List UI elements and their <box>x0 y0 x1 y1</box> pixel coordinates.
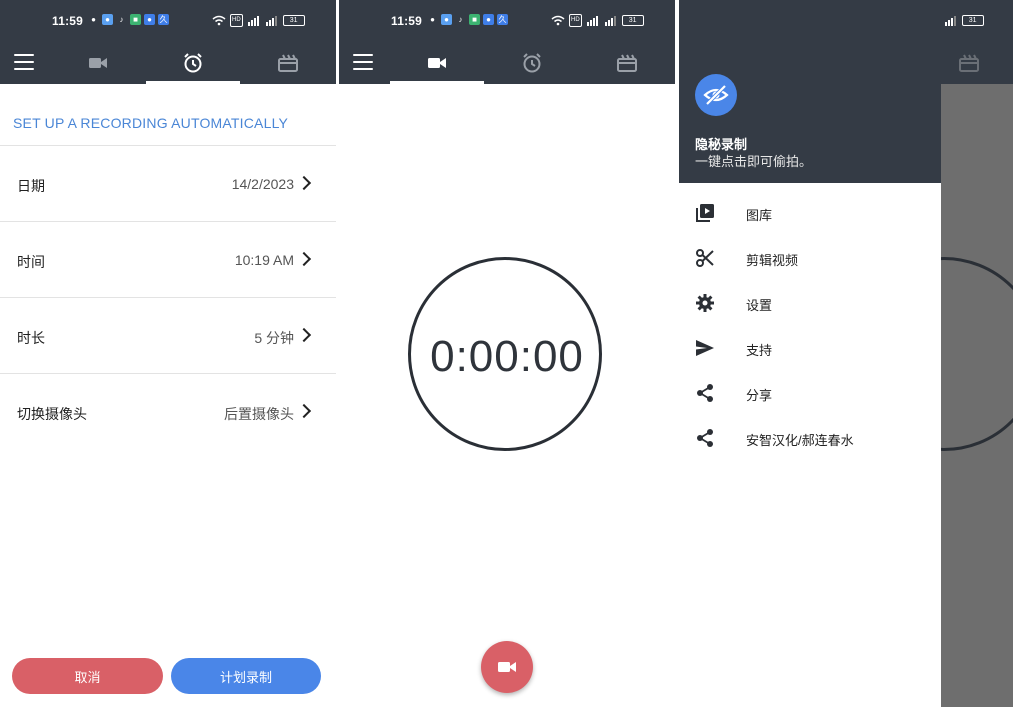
drawer-item-label: 支持 <box>746 343 773 358</box>
chevron-right-icon <box>296 327 312 343</box>
drawer-screen: 11:59 ● ● ♪ ■ ● 久 HD 31 隐秘录制 一键点击即可偷拍。 <box>679 0 1013 707</box>
recorder-screen: 11:59 ● ● ♪ ■ ● 久 HD 31 0:00:00 <box>339 0 675 707</box>
chevron-right-icon <box>296 175 312 191</box>
drawer-item-gallery[interactable]: 图库 <box>679 193 941 233</box>
drawer-item-credits[interactable]: 安智汉化/郝连春水 <box>679 418 941 458</box>
battery-icon: 31 <box>961 15 984 26</box>
page-title: SET UP A RECORDING AUTOMATICALLY <box>13 115 289 131</box>
drawer-item-share[interactable]: 分享 <box>679 373 941 413</box>
row-value: 10:19 AM <box>234 252 294 268</box>
app-icon: ■ <box>469 14 480 25</box>
setting-row-camera[interactable]: 切换摄像头 后置摄像头 <box>0 374 336 449</box>
wifi-icon <box>551 15 565 26</box>
notification-icons: ● ● ♪ ■ ● 久 <box>427 14 508 25</box>
status-time: 11:59 <box>391 14 423 28</box>
schedule-screen: 11:59 ● ● ♪ ■ ● 久 HD 31 SET UP A RECORDI… <box>0 0 336 707</box>
drawer-item-settings[interactable]: 设置 <box>679 283 941 323</box>
app-icon: 久 <box>497 14 508 25</box>
row-label: 切换摄像头 <box>17 406 87 422</box>
signal-icon <box>944 16 956 26</box>
app-icon: ● <box>483 14 494 25</box>
status-bar: 11:59 ● ● ♪ ■ ● 久 HD 31 <box>339 0 675 42</box>
videocam-icon <box>89 58 107 68</box>
status-time: 11:59 <box>52 14 84 28</box>
tab-gallery[interactable] <box>580 42 674 84</box>
share-icon <box>695 383 715 403</box>
gear-icon <box>695 293 715 313</box>
signal-icon <box>265 16 277 26</box>
row-label: 日期 <box>17 178 45 194</box>
drawer-item-label: 安智汉化/郝连春水 <box>746 433 854 448</box>
avatar <box>695 74 737 116</box>
gallery-icon <box>695 203 715 223</box>
hd-icon: HD <box>569 14 582 27</box>
setting-row-duration[interactable]: 时长 5 分钟 <box>0 298 336 373</box>
eye-off-icon <box>703 84 729 106</box>
row-value: 5 分钟 <box>254 330 294 346</box>
tab-alarm[interactable] <box>485 42 579 84</box>
timer-display: 0:00:00 <box>430 332 584 381</box>
tab-camera[interactable] <box>51 42 145 84</box>
send-icon <box>695 338 715 358</box>
toolbar <box>339 42 675 84</box>
menu-icon[interactable] <box>353 54 373 72</box>
status-bar: 11:59 ● ● ♪ ■ ● 久 HD 31 <box>0 0 336 42</box>
wechat-icon: ● <box>427 14 438 25</box>
drawer-item-support[interactable]: 支持 <box>679 328 941 368</box>
system-icons: HD 31 <box>551 14 644 27</box>
film-icon <box>617 54 637 72</box>
tab-camera[interactable] <box>390 42 484 84</box>
schedule-record-button[interactable]: 计划录制 <box>171 658 321 694</box>
drawer-item-label: 剪辑视频 <box>746 253 799 268</box>
battery-icon: 31 <box>282 15 305 26</box>
scissors-icon <box>695 248 715 268</box>
videocam-icon <box>498 662 516 672</box>
system-icons: HD 31 <box>212 14 305 27</box>
drawer-item-label: 分享 <box>746 388 773 403</box>
qq-icon: ● <box>102 14 113 25</box>
app-icon: 久 <box>158 14 169 25</box>
drawer-item-edit-video[interactable]: 剪辑视频 <box>679 238 941 278</box>
signal-icon <box>247 16 259 26</box>
wechat-icon: ● <box>88 14 99 25</box>
drawer-item-label: 设置 <box>746 298 773 313</box>
drawer-header: 隐秘录制 一键点击即可偷拍。 <box>679 0 941 183</box>
record-button[interactable] <box>481 641 533 693</box>
notification-icons: ● ● ♪ ■ ● 久 <box>88 14 169 25</box>
film-icon <box>959 54 979 72</box>
alarm-icon <box>523 53 541 73</box>
signal-icon <box>604 16 616 26</box>
row-label: 时长 <box>17 330 45 346</box>
menu-icon[interactable] <box>14 54 34 72</box>
tiktok-icon: ♪ <box>116 14 127 25</box>
hd-icon: HD <box>230 14 243 27</box>
toolbar <box>0 42 336 84</box>
wifi-icon <box>212 15 226 26</box>
signal-icon <box>586 16 598 26</box>
tab-gallery[interactable] <box>241 42 335 84</box>
drawer-subtitle: 一键点击即可偷拍。 <box>695 154 813 169</box>
cancel-button[interactable]: 取消 <box>12 658 163 694</box>
film-icon <box>278 54 298 72</box>
row-label: 时间 <box>17 254 45 270</box>
app-icon: ● <box>144 14 155 25</box>
qq-icon: ● <box>441 14 452 25</box>
drawer-item-label: 图库 <box>746 208 773 223</box>
battery-icon: 31 <box>621 15 644 26</box>
tab-alarm[interactable] <box>146 42 240 84</box>
chevron-right-icon <box>296 403 312 419</box>
setting-row-time[interactable]: 时间 10:19 AM <box>0 222 336 297</box>
tiktok-icon: ♪ <box>455 14 466 25</box>
app-icon: ■ <box>130 14 141 25</box>
setting-row-date[interactable]: 日期 14/2/2023 <box>0 146 336 221</box>
share-icon <box>695 428 715 448</box>
toolbar <box>941 42 1013 84</box>
chevron-right-icon <box>296 251 312 267</box>
videocam-icon <box>428 58 446 68</box>
navigation-drawer: 隐秘录制 一键点击即可偷拍。 图库 剪辑视频 设置 支持 分享 安智汉化/郝连春… <box>679 0 941 707</box>
row-value: 后置摄像头 <box>224 406 294 422</box>
row-value: 14/2/2023 <box>231 176 294 192</box>
alarm-icon <box>184 53 202 73</box>
